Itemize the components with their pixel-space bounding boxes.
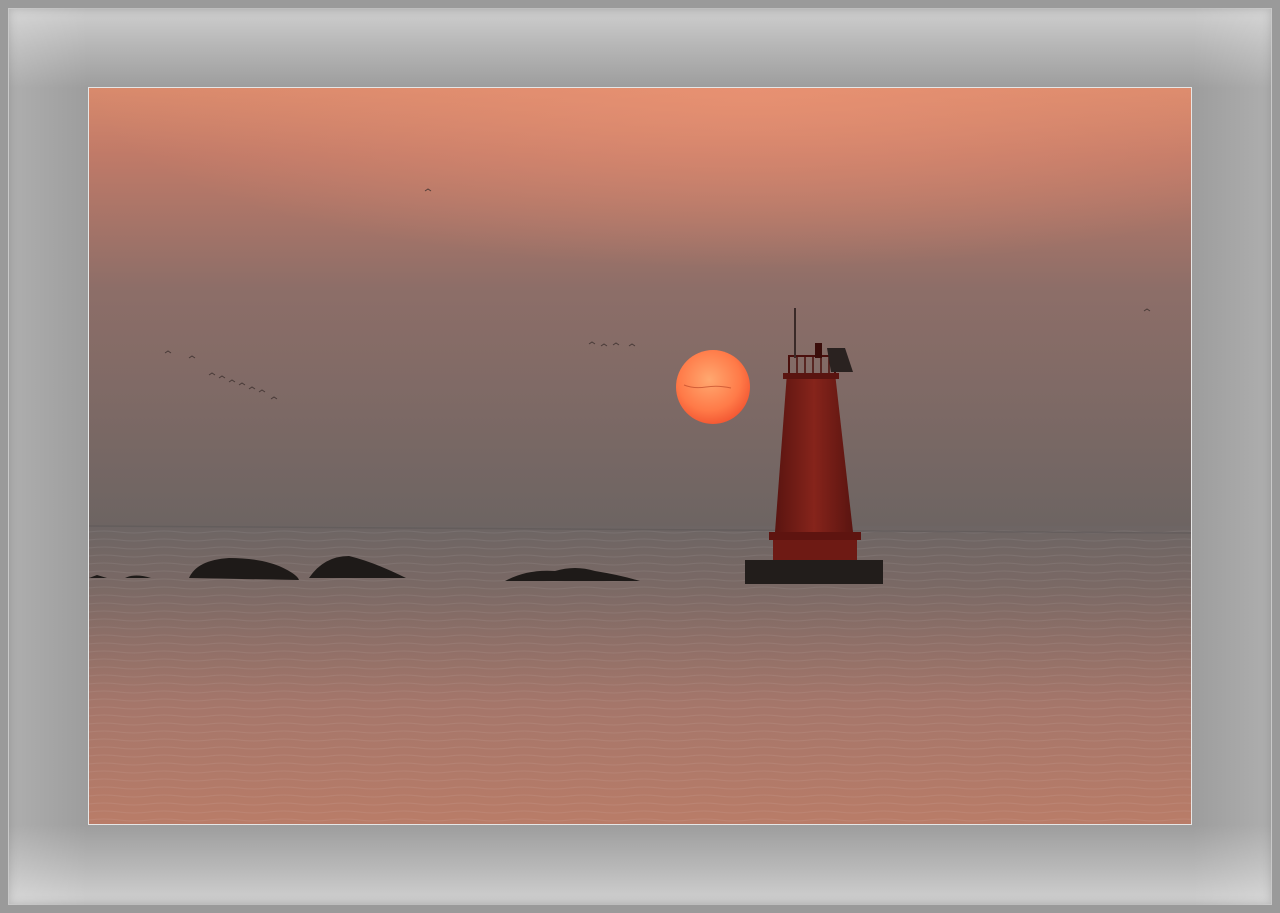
sun xyxy=(676,350,750,424)
photograph xyxy=(88,87,1192,825)
sunset-scene xyxy=(89,88,1191,824)
picture-frame xyxy=(0,0,1280,913)
